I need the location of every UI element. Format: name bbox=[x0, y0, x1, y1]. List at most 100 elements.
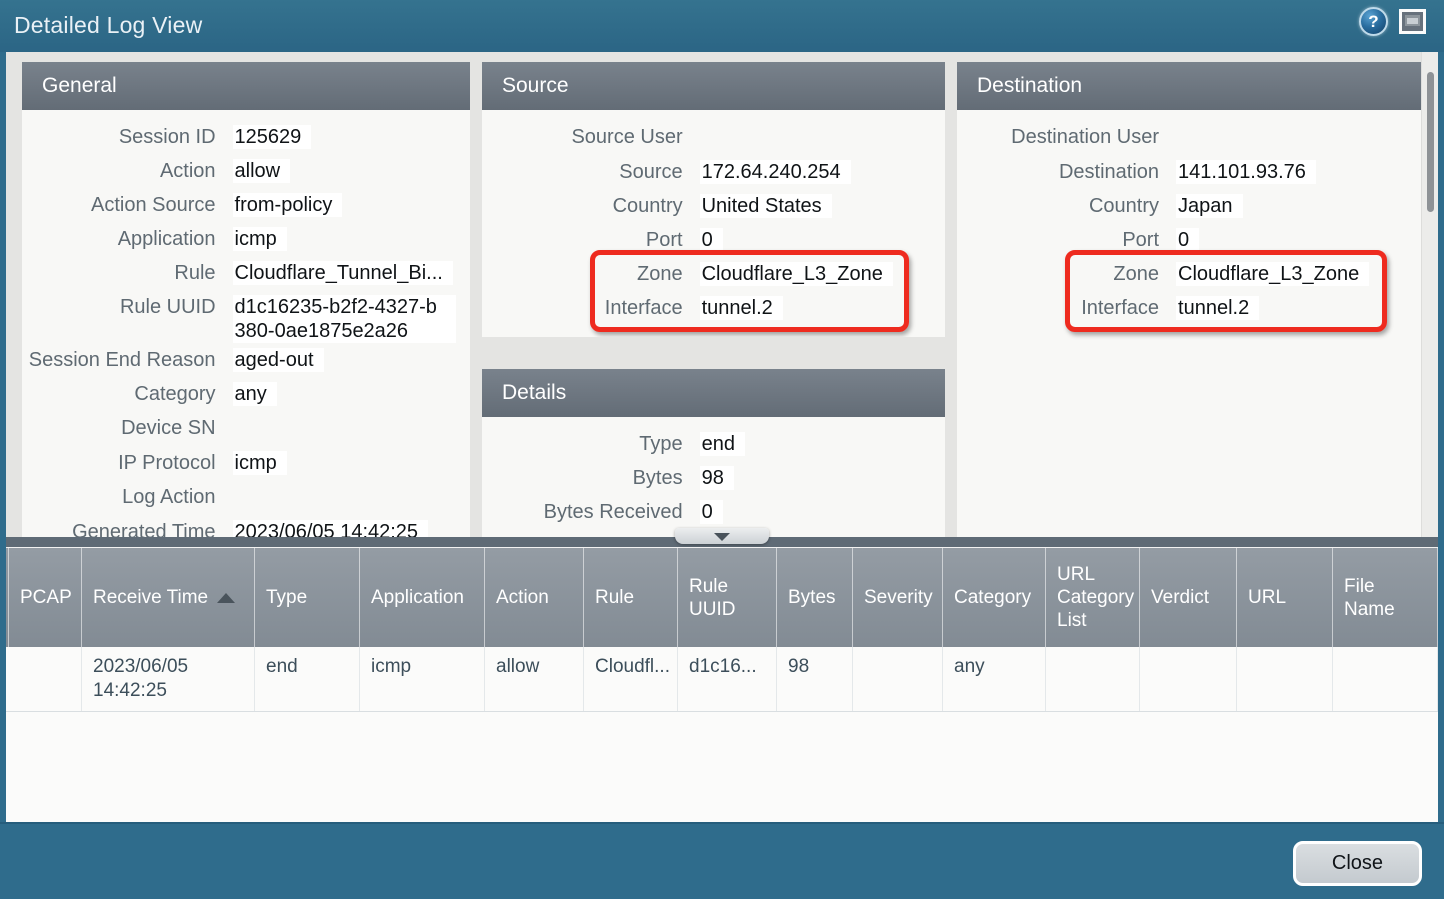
cell-severity bbox=[853, 647, 943, 711]
destination-panel-body: Destination User Destination 141.101.93.… bbox=[957, 110, 1423, 537]
dialog-footer: Close bbox=[0, 822, 1444, 899]
column-header-pcap[interactable]: PCAP bbox=[8, 548, 82, 647]
field-row-country: Country Japan bbox=[957, 189, 1423, 223]
field-value bbox=[233, 411, 470, 446]
field-row-action-source: Action Source from-policy bbox=[22, 188, 470, 222]
scrollbar-thumb[interactable] bbox=[1427, 72, 1434, 212]
cell-url-category-list bbox=[1046, 647, 1140, 711]
field-label: Log Action bbox=[22, 480, 233, 509]
field-value-text: Cloudflare_L3_Zone bbox=[700, 262, 893, 286]
field-row-interface: Interface tunnel.2 bbox=[957, 291, 1423, 325]
field-label: Type bbox=[482, 427, 700, 456]
column-header-application[interactable]: Application bbox=[360, 548, 485, 647]
field-label: Source User bbox=[482, 120, 700, 149]
column-header-label: Rule bbox=[595, 586, 634, 609]
field-row-country: Country United States bbox=[482, 189, 945, 223]
cell-rule-uuid: d1c16... bbox=[678, 647, 777, 711]
field-label: Category bbox=[22, 377, 233, 406]
field-label: Session End Reason bbox=[22, 343, 233, 372]
column-header-file-name[interactable]: File Name bbox=[1333, 548, 1438, 647]
close-button[interactable]: Close bbox=[1293, 841, 1422, 886]
column-header-receive-time[interactable]: Receive Time bbox=[82, 548, 255, 647]
field-value: any bbox=[233, 377, 470, 406]
field-value-text: United States bbox=[700, 194, 832, 218]
field-value bbox=[1176, 120, 1423, 155]
field-value-text: aged-out bbox=[233, 348, 324, 372]
field-value: end bbox=[700, 427, 945, 456]
field-row-type: Type end bbox=[482, 427, 945, 461]
field-label: Source bbox=[482, 155, 700, 184]
field-value: United States bbox=[700, 189, 945, 218]
field-label: Application bbox=[22, 222, 233, 251]
cell-file-name bbox=[1333, 647, 1438, 711]
pane-splitter[interactable] bbox=[6, 537, 1438, 547]
column-header-verdict[interactable]: Verdict bbox=[1140, 548, 1237, 647]
column-header-label: PCAP bbox=[20, 586, 72, 609]
field-value: 0 bbox=[1176, 223, 1423, 252]
column-header-url-category-list[interactable]: URL Category List bbox=[1046, 548, 1140, 647]
field-value-text: Cloudflare_L3_Zone bbox=[1176, 262, 1369, 286]
column-header-action[interactable]: Action bbox=[485, 548, 584, 647]
column-header-severity[interactable]: Severity bbox=[853, 548, 943, 647]
column-header-label: File Name bbox=[1344, 575, 1429, 621]
column-header-rule-uuid[interactable]: Rule UUID bbox=[678, 548, 777, 647]
field-value: icmp bbox=[233, 222, 470, 251]
field-value: 0 bbox=[700, 223, 945, 252]
field-row-ip-protocol: IP Protocol icmp bbox=[22, 446, 470, 480]
field-label: Bytes Received bbox=[482, 495, 700, 524]
splitter-collapse-handle[interactable] bbox=[675, 528, 769, 544]
field-value-text: 0 bbox=[700, 228, 723, 252]
field-label: Generated Time bbox=[22, 515, 233, 537]
field-label: Bytes bbox=[482, 461, 700, 490]
help-icon[interactable]: ? bbox=[1359, 7, 1388, 36]
field-value-text: end bbox=[700, 432, 745, 456]
field-row-category: Category any bbox=[22, 377, 470, 411]
log-detail-pane: General Session ID 125629 Action allow A… bbox=[6, 52, 1438, 537]
field-value: tunnel.2 bbox=[700, 291, 945, 320]
field-value: icmp bbox=[233, 446, 470, 475]
field-row-action: Action allow bbox=[22, 154, 470, 188]
field-row-destination-user: Destination User bbox=[957, 120, 1423, 155]
field-value bbox=[233, 480, 470, 515]
field-value-text: 98 bbox=[700, 466, 734, 490]
destination-panel-header: Destination bbox=[957, 62, 1423, 110]
field-value-text: Cloudflare_Tunnel_Bi... bbox=[233, 261, 453, 285]
column-header-bytes[interactable]: Bytes bbox=[777, 548, 853, 647]
field-row-generated-time: Generated Time 2023/06/05 14:42:25 bbox=[22, 515, 470, 537]
column-header-label: Severity bbox=[864, 586, 933, 609]
dialog-title-bar: Detailed Log View ? bbox=[0, 0, 1444, 52]
destination-panel: Destination Destination User Destination… bbox=[957, 62, 1423, 537]
details-panel-body: Type end Bytes 98 Bytes Received 0 bbox=[482, 417, 945, 537]
field-row-log-action: Log Action bbox=[22, 480, 470, 515]
column-header-rule[interactable]: Rule bbox=[584, 548, 678, 647]
field-label: Session ID bbox=[22, 120, 233, 149]
column-header-type[interactable]: Type bbox=[255, 548, 360, 647]
field-label: Country bbox=[957, 189, 1176, 218]
field-value-text: tunnel.2 bbox=[700, 296, 783, 320]
source-panel-body: Source User Source 172.64.240.254 Countr… bbox=[482, 110, 945, 337]
column-header-label: Action bbox=[496, 586, 549, 609]
cell-rule: Cloudfl... bbox=[584, 647, 678, 711]
cell-verdict bbox=[1140, 647, 1237, 711]
field-label: Port bbox=[482, 223, 700, 252]
field-label: Device SN bbox=[22, 411, 233, 440]
column-header-label: Bytes bbox=[788, 586, 836, 609]
cell-receive-time: 2023/06/05 14:42:25 bbox=[82, 647, 255, 711]
column-header-label: Application bbox=[371, 586, 464, 609]
field-value-text: icmp bbox=[233, 227, 287, 251]
table-row[interactable]: 2023/06/05 14:42:25 end icmp allow Cloud… bbox=[6, 647, 1438, 712]
field-label: Zone bbox=[957, 257, 1176, 286]
field-row-port: Port 0 bbox=[482, 223, 945, 257]
column-header-category[interactable]: Category bbox=[943, 548, 1046, 647]
source-panel-header: Source bbox=[482, 62, 945, 110]
field-row-device-sn: Device SN bbox=[22, 411, 470, 446]
field-value-text: 0 bbox=[1176, 228, 1199, 252]
column-header-label: Rule UUID bbox=[689, 575, 768, 621]
field-row-interface: Interface tunnel.2 bbox=[482, 291, 945, 325]
vertical-scrollbar[interactable] bbox=[1421, 52, 1438, 537]
field-value: allow bbox=[233, 154, 470, 183]
window-restore-icon[interactable] bbox=[1399, 9, 1426, 34]
field-value: 172.64.240.254 bbox=[700, 155, 945, 184]
column-header-url[interactable]: URL bbox=[1237, 548, 1333, 647]
log-table: PCAP Receive Time Type Application Actio… bbox=[6, 547, 1438, 822]
